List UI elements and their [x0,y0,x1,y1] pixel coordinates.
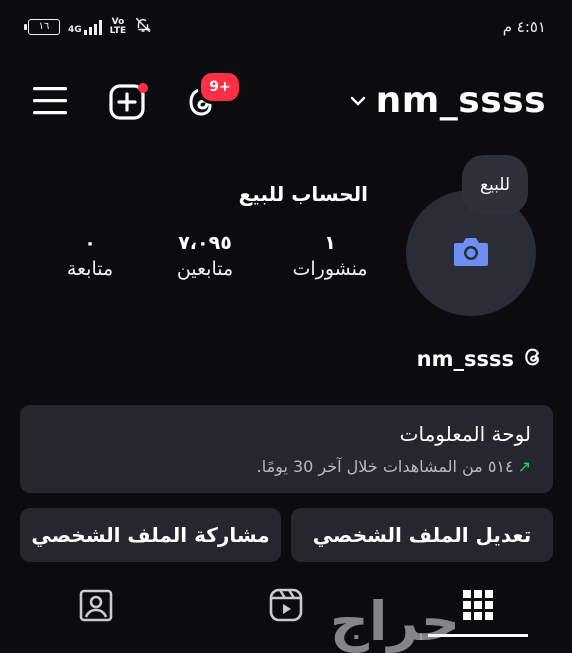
menu-button[interactable] [32,84,68,118]
tab-reels[interactable] [260,580,312,630]
stat-following-label: متابعة [66,258,114,280]
stat-followers-value: ٧،٠٩٥ [178,232,232,254]
dashboard-title: لوحة المعلومات [399,422,531,446]
stat-posts[interactable]: ١ منشورات [280,232,380,280]
stat-followers[interactable]: ٧،٠٩٥ متابعين [155,232,255,280]
dashboard-subtitle-text: ٥١٤ من المشاهدات خلال آخر 30 يومًا. [256,457,514,476]
watermark-logo: حراج [330,590,460,653]
status-bar-left: ١٦ 4G Vo LTE [24,14,152,40]
stat-following[interactable]: ٠ متابعة [40,232,140,280]
trend-up-icon: ↗ [517,457,531,476]
reels-icon [269,588,303,622]
edit-profile-button[interactable]: تعديل الملف الشخصي [291,508,553,562]
grid-icon [463,590,493,620]
signal-indicator: 4G [68,19,102,35]
header-username: nm_ssss [375,80,546,121]
stat-followers-label: متابعين [176,258,234,280]
hamburger-menu-icon [33,87,67,115]
battery-indicator: ١٦ [24,19,60,35]
share-profile-button[interactable]: مشاركة الملف الشخصي [20,508,281,562]
tab-tagged[interactable] [70,580,122,630]
threads-username: nm_ssss [416,347,514,371]
chevron-down-icon [350,91,366,110]
stat-following-value: ٠ [84,232,96,254]
notification-badge: 9+ [198,70,242,104]
stat-posts-label: منشورات [292,258,368,280]
plus-square-icon [109,83,148,120]
status-time: ٤:٥١ م [502,18,546,36]
profile-display-name: الحساب للبيع [238,182,368,206]
signal-bars-icon [83,19,102,35]
create-post-button[interactable] [108,82,150,122]
mute-bell-icon [134,16,152,38]
dashboard-subtitle: ↗ ٥١٤ من المشاهدات خلال آخر 30 يومًا. [257,457,531,476]
threads-icon [522,346,544,372]
profile-note[interactable]: للبيع [462,155,528,215]
professional-dashboard-card[interactable]: لوحة المعلومات ↗ ٥١٤ من المشاهدات خلال آ… [20,405,553,493]
camera-icon [452,234,490,272]
threads-profile-link[interactable]: nm_ssss [417,346,544,372]
volte-bottom: LTE [109,26,127,36]
stat-posts-value: ١ [324,232,336,254]
account-switcher[interactable]: nm_ssss [350,80,546,121]
tagged-person-icon [79,589,113,622]
network-type: 4G [68,25,82,35]
volte-indicator: Vo LTE [110,18,127,36]
